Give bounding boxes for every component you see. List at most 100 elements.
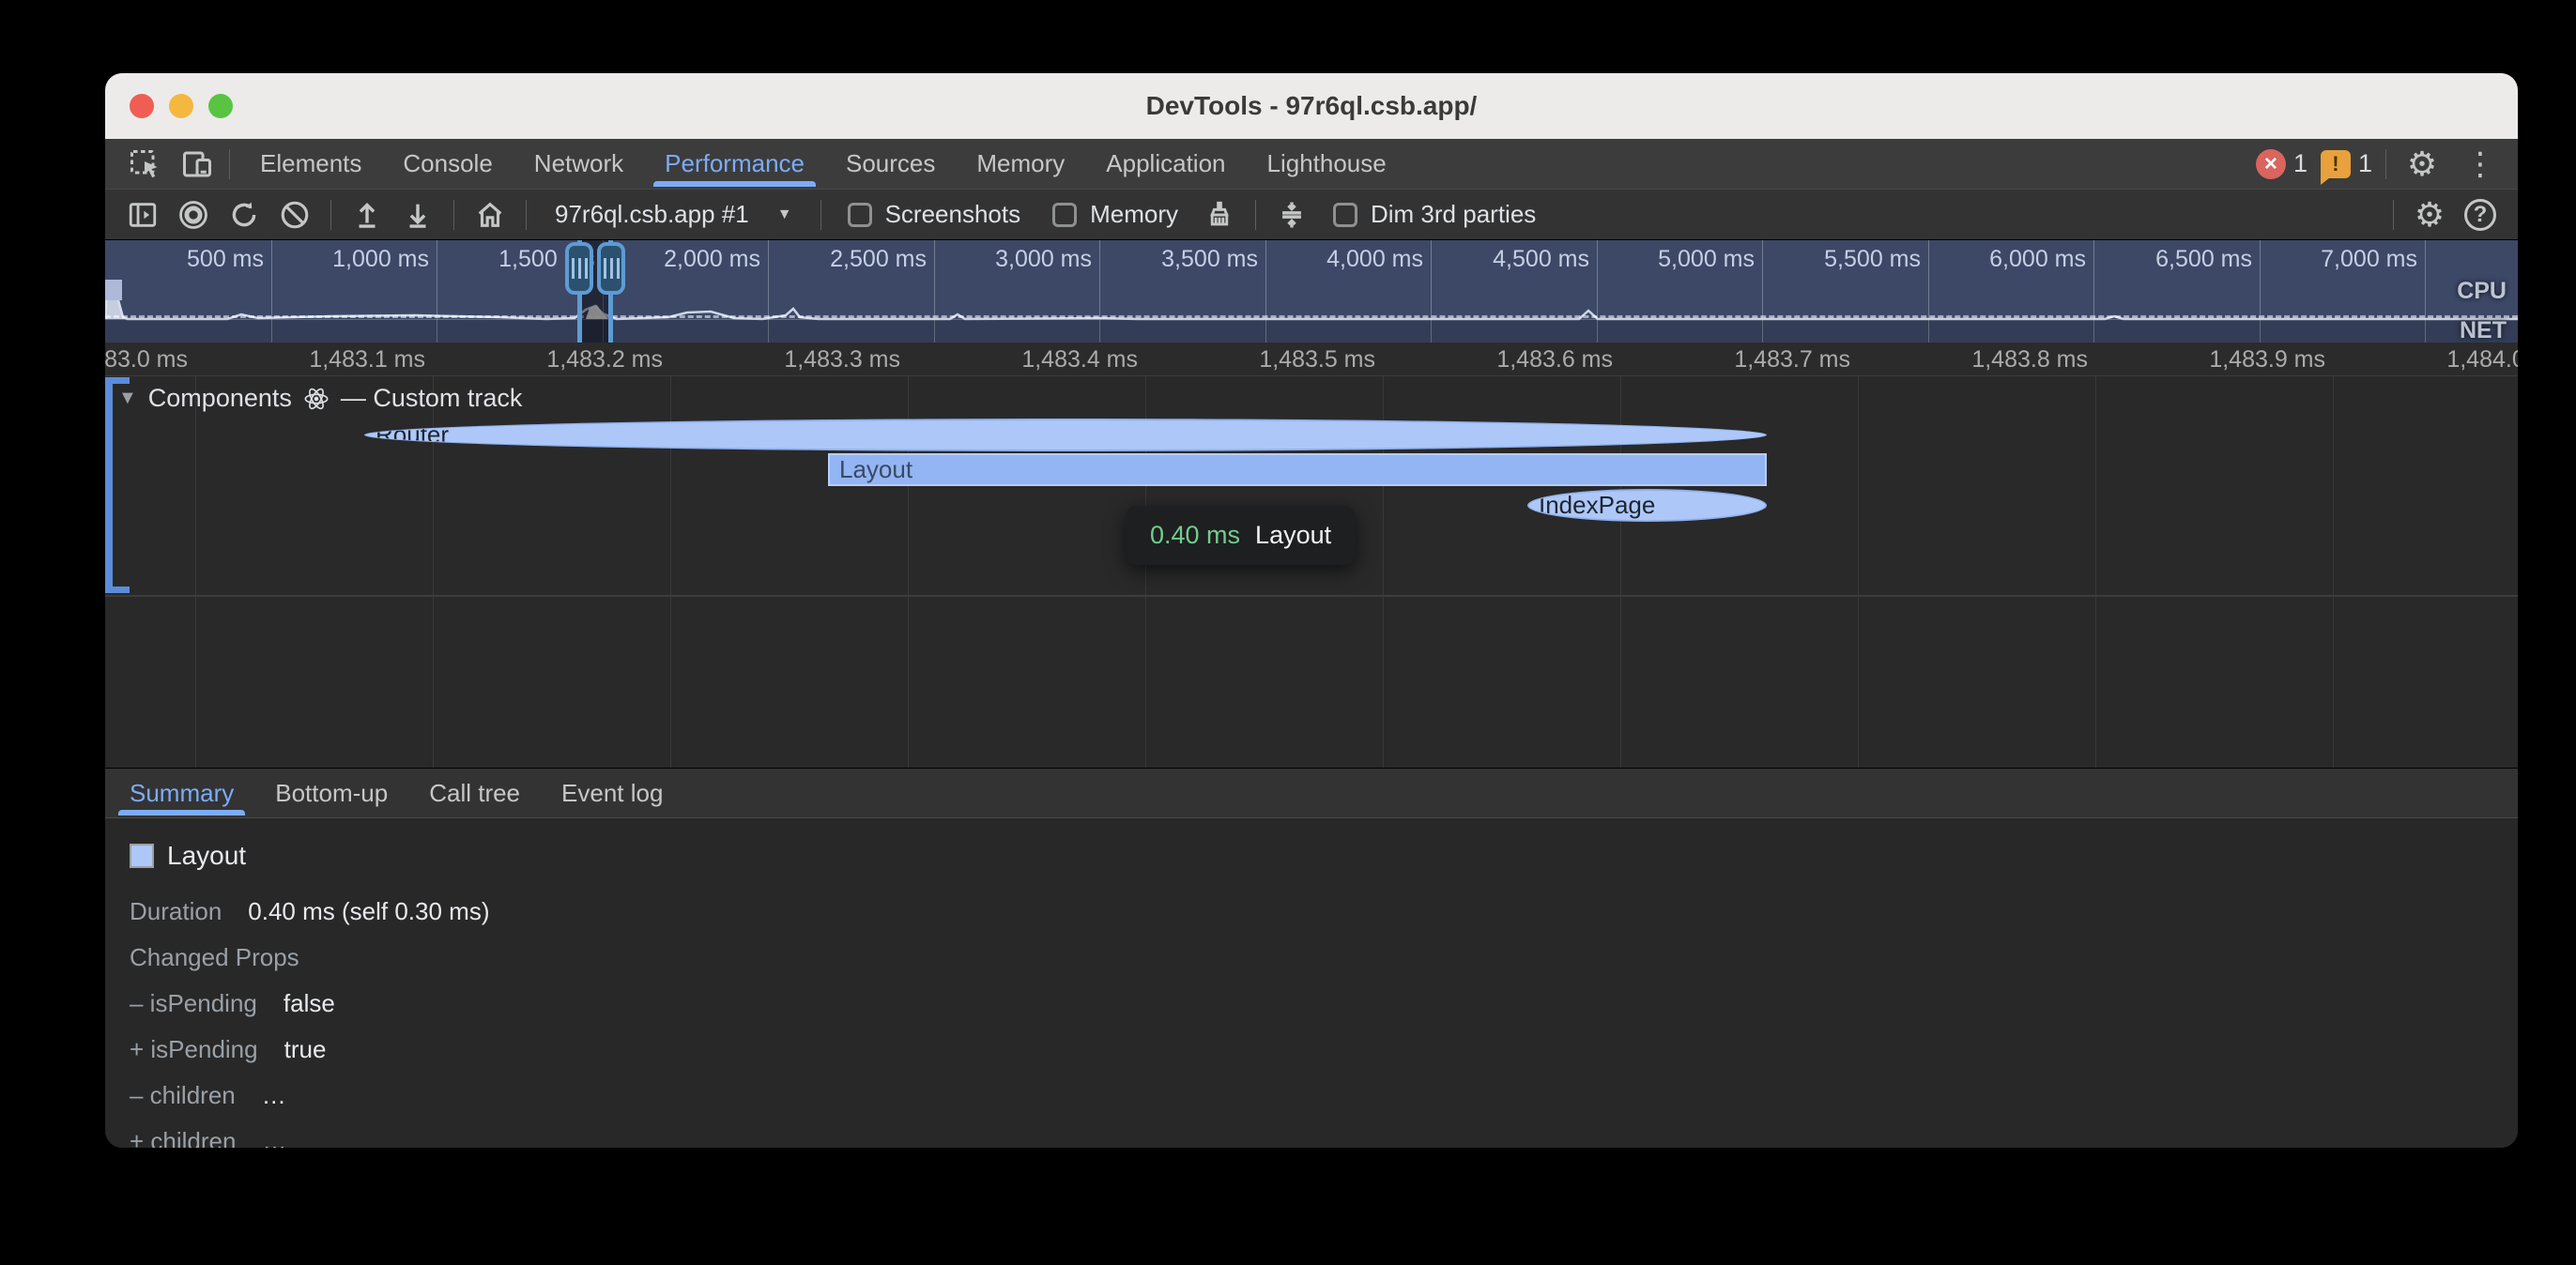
- track-header[interactable]: ▼ Components — Custom track: [118, 384, 522, 413]
- summary-row-value: true: [284, 1035, 327, 1064]
- summary-row-value: false: [284, 989, 335, 1018]
- zoom-window-button[interactable]: [208, 94, 233, 118]
- selected-track-bracket: [105, 377, 113, 593]
- summary-row-value: …: [262, 1127, 286, 1148]
- divider: [229, 149, 230, 179]
- summary-row-value: 0.40 ms (self 0.30 ms): [248, 897, 489, 926]
- window-title: DevTools - 97r6ql.csb.app/: [1146, 91, 1478, 121]
- summary-row-label: Changed Props: [130, 943, 299, 972]
- checkbox-box: [1052, 203, 1077, 227]
- track-separator: [105, 595, 2518, 597]
- history-dropdown[interactable]: 97r6ql.csb.app #1 ▼: [540, 200, 807, 229]
- collapse-triangle-icon[interactable]: ▼: [118, 388, 137, 409]
- checkbox-box: [848, 203, 872, 227]
- toggle-sidebar-icon[interactable]: [120, 194, 165, 236]
- tab-elements[interactable]: Elements: [239, 139, 382, 189]
- collect-garbage-icon[interactable]: [1197, 194, 1242, 236]
- ruler-tick-label: 1,483.0 ms: [105, 346, 195, 373]
- flame-span-indexpage[interactable]: IndexPage: [1527, 489, 1767, 522]
- selection-left-handle[interactable]: [565, 242, 593, 295]
- help-icon[interactable]: ?: [2458, 194, 2503, 236]
- memory-checkbox[interactable]: Memory: [1052, 200, 1178, 229]
- flame-span-layout[interactable]: Layout: [828, 453, 1767, 486]
- summary-row-label: + isPending: [130, 1035, 258, 1064]
- more-options-kebab-icon[interactable]: ⋮: [2458, 144, 2503, 185]
- tab-lighthouse[interactable]: Lighthouse: [1247, 139, 1407, 189]
- divider: [453, 200, 454, 230]
- ruler-tick-label: 1,483.4 ms: [1021, 346, 1145, 373]
- record-icon[interactable]: [171, 194, 216, 236]
- divider: [2393, 200, 2394, 230]
- ruler-tick-label: 1,483.2 ms: [546, 346, 670, 373]
- reload-record-icon[interactable]: [222, 194, 267, 236]
- summary-row-ispending: + isPending true: [130, 1035, 2518, 1064]
- flame-span-router[interactable]: Router: [364, 419, 1767, 451]
- tab-summary[interactable]: Summary: [109, 769, 254, 817]
- minimize-window-button[interactable]: [169, 94, 193, 118]
- tab-console[interactable]: Console: [382, 139, 513, 189]
- summary-row-label: – children: [130, 1081, 236, 1110]
- tab-event-log[interactable]: Event log: [541, 769, 683, 817]
- issues-badge[interactable]: ! 1: [2321, 149, 2372, 178]
- save-profile-icon[interactable]: [395, 194, 440, 236]
- event-color-swatch: [130, 844, 154, 868]
- tab-call-tree[interactable]: Call tree: [408, 769, 541, 817]
- home-icon[interactable]: [468, 194, 513, 236]
- divider: [2385, 149, 2386, 179]
- summary-row-children: + children…: [130, 1127, 2518, 1148]
- summary-title: Layout: [167, 841, 246, 871]
- span-tooltip: 0.40 ms Layout: [1126, 506, 1356, 565]
- summary-row-label: – isPending: [130, 989, 257, 1018]
- memory-label: Memory: [1090, 200, 1178, 229]
- console-errors-badge[interactable]: × 1: [2256, 149, 2308, 179]
- tab-memory[interactable]: Memory: [956, 139, 1085, 189]
- tab-bottom-up[interactable]: Bottom-up: [254, 769, 408, 817]
- issue-icon: !: [2321, 150, 2351, 178]
- error-icon: ×: [2256, 149, 2286, 179]
- toggle-device-toolbar-icon[interactable]: [175, 144, 220, 185]
- tab-performance[interactable]: Performance: [644, 139, 825, 189]
- cpu-strip-label: CPU: [2457, 278, 2507, 305]
- devtools-window: DevTools - 97r6ql.csb.app/ ElementsConso…: [105, 73, 2518, 1148]
- traffic-lights: [130, 73, 233, 139]
- summary-pane: Layout Duration0.40 ms (self 0.30 ms)Cha…: [105, 818, 2518, 1148]
- tab-network[interactable]: Network: [514, 139, 644, 189]
- close-window-button[interactable]: [130, 94, 154, 118]
- dim-3rd-parties-checkbox[interactable]: Dim 3rd parties: [1333, 200, 1536, 229]
- ruler-tick-label: 1,483.9 ms: [2209, 346, 2333, 373]
- checkbox-box: [1333, 203, 1357, 227]
- overview-start-block: [105, 280, 122, 300]
- flame-grid-line: [1858, 376, 1859, 768]
- flame-chart[interactable]: ▼ Components — Custom track RouterLayout…: [105, 376, 2518, 768]
- track-title: Components: [148, 384, 292, 413]
- panel-tabs: ElementsConsoleNetworkPerformanceSources…: [239, 139, 1407, 189]
- timeline-overview[interactable]: 500 ms1,000 ms1,500 ms2,000 ms2,500 ms3,…: [105, 240, 2518, 343]
- issue-count: 1: [2358, 149, 2372, 178]
- ruler-tick-label: 1,483.5 ms: [1259, 346, 1383, 373]
- tab-sources[interactable]: Sources: [825, 139, 956, 189]
- summary-row-children: – children …: [130, 1081, 2518, 1110]
- load-profile-icon[interactable]: [345, 194, 390, 236]
- summary-row-ispending: – isPending false: [130, 989, 2518, 1018]
- tab-application[interactable]: Application: [1085, 139, 1246, 189]
- screenshots-checkbox[interactable]: Screenshots: [848, 200, 1021, 229]
- capture-settings-gear-icon[interactable]: ⚙: [2407, 194, 2452, 236]
- error-count: 1: [2293, 149, 2308, 178]
- settings-gear-icon[interactable]: ⚙: [2400, 144, 2445, 185]
- clear-icon[interactable]: [272, 194, 317, 236]
- ruler-tick-label: 1,483.7 ms: [1734, 346, 1858, 373]
- react-atom-icon: [303, 386, 330, 412]
- selection-right-handle[interactable]: [597, 242, 625, 295]
- ruler-tick-label: 1,484.0 ms: [2446, 346, 2518, 373]
- inspect-element-icon[interactable]: [122, 144, 167, 185]
- history-dropdown-value: 97r6ql.csb.app #1: [555, 200, 749, 229]
- net-strip-label: NET: [2460, 317, 2507, 343]
- flame-grid-line: [195, 376, 196, 768]
- divider: [330, 200, 331, 230]
- collapse-shortcuts-icon[interactable]: [1269, 194, 1314, 236]
- overview-dashed-line: [105, 315, 2518, 318]
- title-bar: DevTools - 97r6ql.csb.app/: [105, 73, 2518, 139]
- flame-grid-line: [2333, 376, 2334, 768]
- performance-toolbar: 97r6ql.csb.app #1 ▼ Screenshots Memory D…: [105, 190, 2518, 240]
- summary-row-value: …: [262, 1081, 286, 1110]
